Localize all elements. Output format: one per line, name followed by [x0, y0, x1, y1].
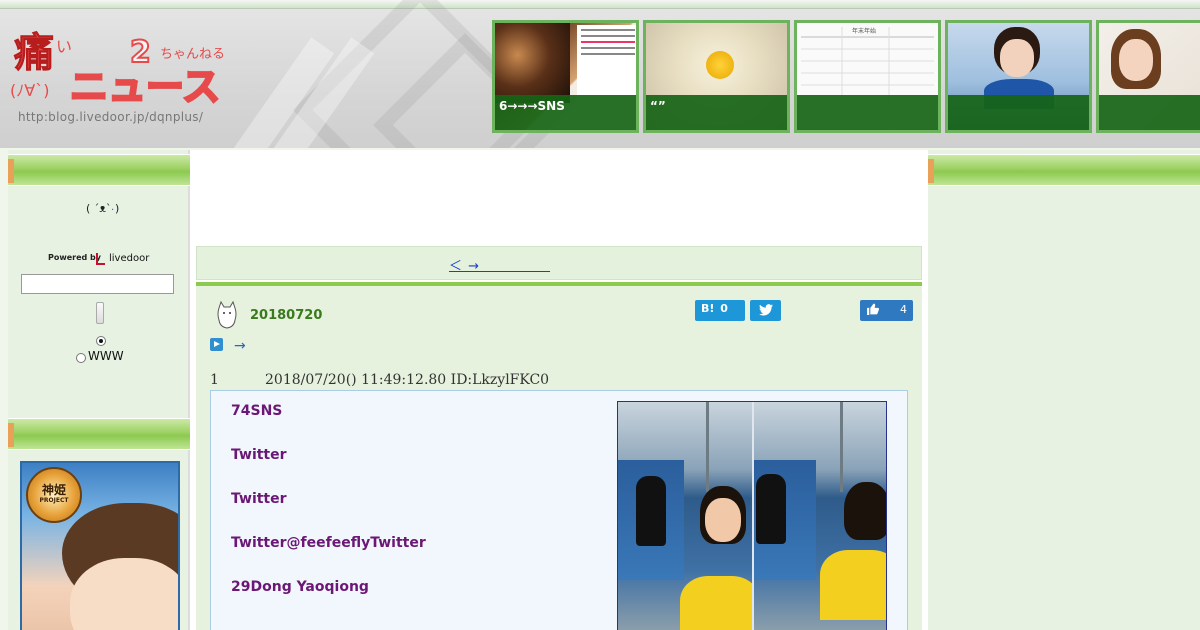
response-line: Twitter@feefeeflyTwitter	[231, 535, 426, 551]
cat-icon	[217, 300, 237, 329]
video-frame-left	[618, 402, 752, 630]
sidebar-section-header	[928, 154, 1200, 186]
ad-space	[190, 150, 928, 244]
thumbnail-caption: “”	[646, 95, 787, 130]
thumbnail-4[interactable]	[945, 20, 1092, 133]
twitter-icon	[758, 304, 773, 316]
play-icon[interactable]	[210, 338, 223, 351]
like-count: 4	[900, 303, 907, 316]
video-frame-right	[754, 402, 886, 630]
banner-emblem-sub: PROJECT	[39, 497, 69, 504]
thumbnail-image	[495, 23, 570, 103]
hatena-bookmark-button[interactable]: B! 0	[695, 300, 745, 321]
hatena-label: B!	[701, 302, 715, 315]
svg-text:い: い	[56, 37, 72, 56]
svg-text:ニュース: ニュース	[70, 65, 220, 108]
livedoor-icon	[96, 253, 105, 265]
response-line: 29Dong Yaoqiong	[231, 579, 369, 595]
thumbnail-1[interactable]: 6→→→SNS	[492, 20, 639, 133]
table-image: 年末年始	[797, 23, 938, 103]
thumbnail-caption	[948, 95, 1089, 130]
header-topline	[0, 0, 1200, 9]
logo-url: http:blog.livedoor.jp/dqnplus/	[18, 110, 204, 124]
category-link[interactable]: →	[234, 338, 246, 354]
search-button[interactable]	[96, 302, 104, 324]
thumbnail-caption	[797, 95, 938, 130]
article: 20180720 B! 0 4 → 1 2018/07/20() 11:49:1…	[196, 282, 922, 630]
svg-text:(ﾉ∀`): (ﾉ∀`)	[10, 81, 49, 100]
radio-label-www: WWW	[88, 349, 124, 363]
prev-next-links[interactable]: ＜ →	[449, 255, 550, 274]
response-line: 74SNS	[231, 403, 283, 419]
logo-image: 痛 い 2 ちゃんねる (ﾉ∀`) ニュース	[10, 29, 225, 111]
site-logo[interactable]: 痛 い 2 ちゃんねる (ﾉ∀`) ニュース http:blog.livedoo…	[10, 18, 240, 130]
hatena-count: 0	[720, 302, 728, 315]
svg-text:ちゃんねる: ちゃんねる	[160, 47, 225, 62]
thumbnail-2[interactable]: “”	[643, 20, 790, 133]
banner-emblem-text: 神姫	[41, 483, 66, 497]
right-sidebar	[928, 150, 1200, 630]
response-line: Twitter	[231, 491, 287, 507]
thumbnail-5[interactable]	[1096, 20, 1200, 133]
search-scope-www-radio[interactable]	[76, 353, 86, 363]
powered-by-label: Powered by	[48, 253, 101, 262]
thumbnail-3[interactable]: 年末年始	[794, 20, 941, 133]
article-date: 20180720	[250, 308, 323, 323]
main-content: ＜ → 20180720 B! 0 4 → 1 2018/07/20() 11:…	[190, 150, 928, 630]
thumbnail-text-block	[577, 25, 636, 97]
search-scope-blog-radio[interactable]	[96, 336, 106, 346]
egg-yolk-image	[706, 51, 734, 79]
response-number: 1	[210, 372, 219, 388]
sidebar-section-header	[8, 154, 190, 186]
thumbnail-caption: 6→→→SNS	[495, 95, 636, 130]
svg-text:痛: 痛	[14, 29, 54, 76]
site-header: 痛 い 2 ちゃんねる (ﾉ∀`) ニュース http:blog.livedoo…	[0, 0, 1200, 148]
article-nav: ＜ →	[196, 246, 922, 280]
response-meta: 2018/07/20() 11:49:12.80 ID:LkzylFKC0	[265, 372, 550, 388]
face-link[interactable]: .	[111, 202, 114, 213]
thumbnail-caption	[1099, 95, 1200, 130]
ad-banner[interactable]: 神姫 PROJECT	[20, 461, 180, 630]
response-body: 74SNS Twitter Twitter Twitter@feefeeflyT…	[210, 390, 908, 630]
twitter-share-button[interactable]	[750, 300, 781, 321]
left-sidebar: ( ´ᴥ` ) . Powered by livedoor WWW 神姫 PRO…	[8, 150, 190, 630]
thumbs-up-icon	[867, 303, 880, 315]
embedded-video[interactable]	[617, 401, 887, 630]
sidebar-section-header	[8, 418, 190, 450]
svg-text:年末年始: 年末年始	[852, 27, 876, 35]
face-icon: ( ´ᴥ` )	[86, 202, 120, 215]
person-face	[1000, 39, 1034, 77]
like-button[interactable]: 4	[860, 300, 913, 321]
livedoor-label: livedoor	[109, 253, 150, 264]
search-input[interactable]	[21, 274, 174, 294]
person-face	[1119, 39, 1153, 81]
response-line: Twitter	[231, 447, 287, 463]
